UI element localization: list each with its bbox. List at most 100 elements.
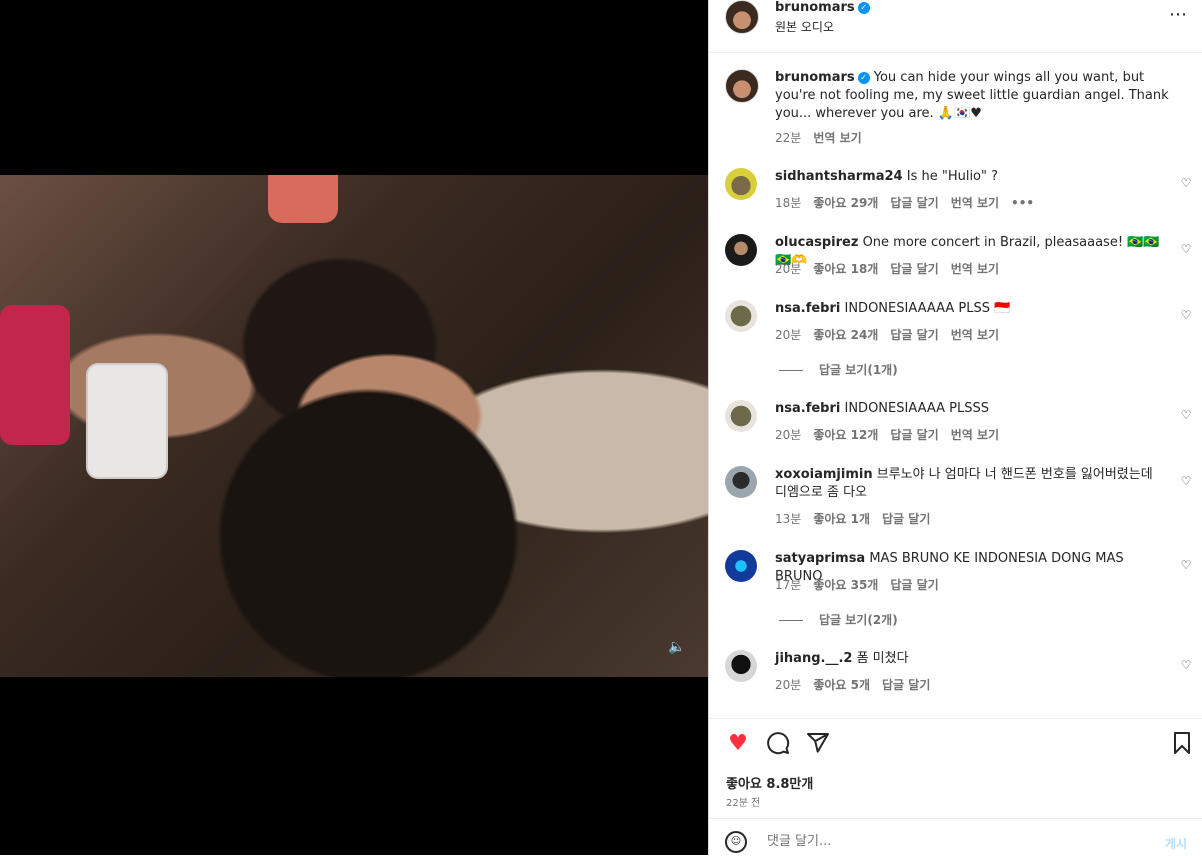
post-header: brunomars ✓ 원본 오디오 ⋯ [709,0,1202,53]
comment-time: 17분 [775,578,802,592]
likes-count[interactable]: 좋아요 8.8만개 [726,773,813,792]
comment-likes[interactable]: 좋아요 18개 [813,262,878,276]
comment-time: 20분 [775,262,802,276]
reply-link[interactable]: 답글 달기 [890,328,938,342]
comment-username[interactable]: jihang.__.2 [775,651,852,666]
comment-text-block: xoxoiamjimin 브루노야 나 엄마다 너 핸드폰 번호를 잃어버렸는데… [775,466,1165,502]
reply-link[interactable]: 답글 달기 [890,196,938,210]
avatar[interactable] [725,168,757,200]
replies-divider [779,620,803,621]
comment-likes[interactable]: 좋아요 1개 [813,512,870,526]
translate-link[interactable]: 번역 보기 [813,131,861,145]
comment-composer: ☺ 게시 [709,818,1202,856]
comment-text-block: jihang.__.2 폼 미쳤다 [775,650,1175,668]
comment-meta: 20분 좋아요 5개 답글 달기 [775,676,942,693]
phone-in-video [0,305,70,445]
comment-username[interactable]: nsa.febri [775,301,840,316]
post-video[interactable]: 🔈 [0,175,708,677]
post-side-panel: brunomars ✓ 원본 오디오 ⋯ brunomars ✓ You can h… [708,0,1202,855]
reply-link[interactable]: 답글 달기 [882,678,930,692]
reply-link[interactable]: 답글 달기 [890,262,938,276]
comment-username[interactable]: satyaprimsa [775,551,865,566]
avatar[interactable] [725,400,757,432]
comment-username[interactable]: nsa.febri [775,401,840,416]
like-comment-icon[interactable]: ♡ [1179,176,1193,190]
save-icon[interactable] [1169,731,1195,757]
translate-link[interactable]: 번역 보기 [951,428,999,442]
view-replies-link[interactable]: 답글 보기(1개) [779,361,898,378]
view-replies-label[interactable]: 답글 보기(1개) [819,363,898,377]
reply-link[interactable]: 답글 달기 [882,512,930,526]
comment-likes[interactable]: 좋아요 12개 [813,428,878,442]
comment-likes[interactable]: 좋아요 24개 [813,328,878,342]
replies-divider [779,370,803,371]
comment-time: 18분 [775,196,802,210]
comment-meta: 13분 좋아요 1개 답글 달기 [775,510,942,527]
like-comment-icon[interactable]: ♡ [1179,408,1193,422]
comment-likes[interactable]: 좋아요 5개 [813,678,870,692]
more-options-icon[interactable]: ⋯ [1169,4,1188,25]
comment-text: 폼 미쳤다 [856,651,909,666]
translate-link[interactable]: 번역 보기 [951,262,999,276]
like-comment-icon[interactable]: ♡ [1179,474,1193,488]
like-comment-icon[interactable]: ♡ [1179,242,1193,256]
comment-likes[interactable]: 좋아요 35개 [813,578,878,592]
comment-time: 20분 [775,428,802,442]
avatar[interactable] [725,0,759,34]
audio-label[interactable]: 원본 오디오 [775,18,834,35]
comment-username[interactable]: xoxoiamjimin [775,467,873,482]
phone-in-video [86,363,168,479]
post-time: 22분 전 [726,798,761,809]
comment-icon[interactable] [765,731,791,757]
caption-username[interactable]: brunomars [775,70,855,85]
comment-username[interactable]: olucaspirez [775,235,858,250]
translate-link[interactable]: 번역 보기 [951,196,999,210]
avatar[interactable] [725,650,757,682]
comment-text: Is he "Hulio" ? [906,169,999,184]
translate-link[interactable]: 번역 보기 [951,328,999,342]
comment-meta: 18분 좋아요 29개 답글 달기 번역 보기 ••• [775,194,1046,211]
like-comment-icon[interactable]: ♡ [1179,658,1193,672]
media-viewer: 🔈 [0,0,708,855]
comment-likes[interactable]: 좋아요 29개 [813,196,878,210]
comment-meta: 20분 좋아요 18개 답글 달기 번역 보기 [775,260,1011,277]
author-line: brunomars ✓ [775,0,870,15]
caption-text-block: brunomars ✓ You can hide your wings all y… [775,69,1175,123]
comment-text: INDONESIAAAA PLSSS [844,401,989,416]
avatar[interactable] [725,550,757,582]
comment-text-block: nsa.febri INDONESIAAAA PLSSS [775,400,1175,418]
comment-text: INDONESIAAAAA PLSS 🇮🇩 [844,301,1011,316]
caption-time: 22분 [775,131,802,145]
verified-icon: ✓ [857,72,870,84]
comment-text-block: nsa.febri INDONESIAAAAA PLSS 🇮🇩 [775,300,1175,318]
share-icon[interactable] [805,731,831,757]
phone-in-video [268,175,338,223]
reply-link[interactable]: 답글 달기 [890,578,938,592]
view-replies-link[interactable]: 답글 보기(2개) [779,611,898,628]
comments-list[interactable]: brunomars ✓ You can hide your wings all y… [709,53,1202,717]
avatar[interactable] [725,69,759,103]
comment-time: 20분 [775,678,802,692]
like-comment-icon[interactable]: ♡ [1179,308,1193,322]
author-username[interactable]: brunomars [775,0,855,15]
verified-icon: ✓ [857,2,870,14]
comment-meta: 20분 좋아요 24개 답글 달기 번역 보기 [775,326,1011,343]
emoji-icon[interactable]: ☺ [725,831,747,853]
speaker-icon[interactable]: 🔈 [664,634,690,660]
comment-time: 13분 [775,512,802,526]
avatar[interactable] [725,300,757,332]
post-actions: ♥ 좋아요 8.8만개 22분 전 [709,718,1202,819]
like-comment-icon[interactable]: ♡ [1179,558,1193,572]
view-replies-label[interactable]: 답글 보기(2개) [819,613,898,627]
avatar[interactable] [725,234,757,266]
avatar[interactable] [725,466,757,498]
comment-input[interactable] [765,833,1129,850]
comment-more-icon[interactable]: ••• [1011,196,1034,210]
reply-link[interactable]: 답글 달기 [890,428,938,442]
comment-meta: 17분 좋아요 35개 답글 달기 [775,576,951,593]
post-comment-button[interactable]: 게시 [1165,835,1187,852]
caption-meta: 22분 번역 보기 [775,129,874,146]
like-heart-icon[interactable]: ♥ [725,731,751,757]
comment-meta: 20분 좋아요 12개 답글 달기 번역 보기 [775,426,1011,443]
comment-username[interactable]: sidhantsharma24 [775,169,903,184]
